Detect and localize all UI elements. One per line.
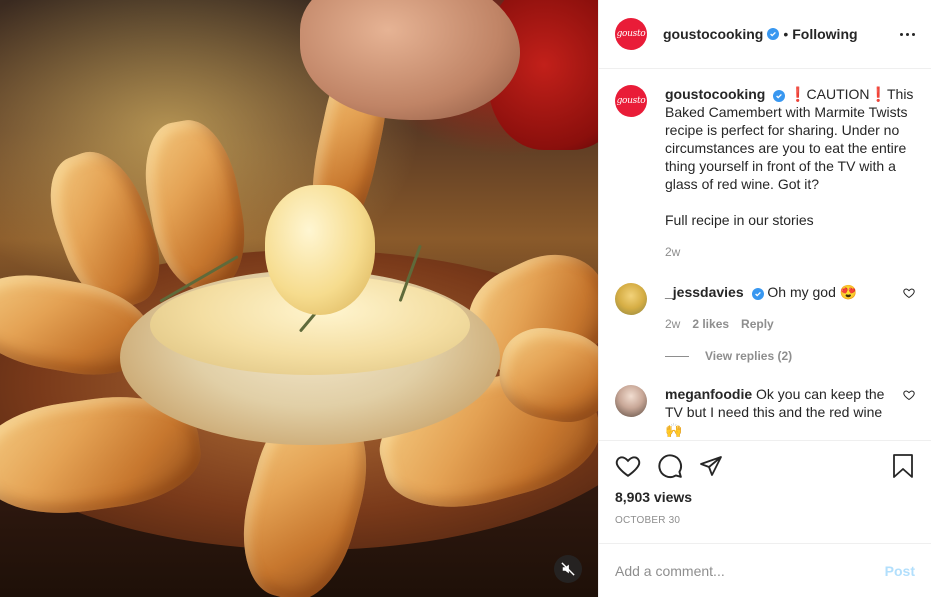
commenter-avatar[interactable]: [615, 283, 647, 315]
logo-text: gousto: [616, 29, 646, 39]
post-date[interactable]: OCTOBER 30: [615, 515, 915, 529]
exclamation-mark: ❗: [789, 86, 807, 102]
like-button[interactable]: [615, 453, 641, 479]
logo-text: gousto: [616, 96, 646, 106]
exclamation-mark: ❗: [869, 86, 887, 102]
caption-author-avatar[interactable]: gousto: [615, 85, 647, 117]
view-replies-button[interactable]: View replies (2): [665, 349, 915, 363]
mute-icon: [561, 562, 575, 576]
caption: gousto goustocooking ❗CAUTION❗This Baked…: [615, 85, 915, 261]
comment-button[interactable]: [657, 453, 683, 479]
more-options-icon[interactable]: [900, 32, 915, 36]
mute-button[interactable]: [554, 555, 582, 583]
caption-text-line1: CAUTION: [806, 86, 870, 102]
comment-heart-icon[interactable]: [903, 389, 915, 401]
post-side-panel: gousto goustocooking • Following gousto …: [598, 0, 931, 597]
following-button[interactable]: Following: [792, 26, 857, 42]
save-button[interactable]: [891, 453, 915, 479]
comment-item: meganfoodie Ok you can keep the TV but I…: [615, 385, 915, 439]
commenter-avatar[interactable]: [615, 385, 647, 417]
comment-composer: Post: [599, 543, 931, 597]
verified-icon: [751, 288, 764, 300]
author-avatar[interactable]: gousto: [615, 18, 647, 50]
caption-text-line3: Full recipe in our stories: [665, 212, 814, 228]
comment-heart-icon[interactable]: [903, 287, 915, 299]
comment-age: 2w: [665, 317, 681, 331]
melted-cheese: [265, 185, 375, 315]
post-actions: 8,903 views OCTOBER 30: [599, 440, 931, 529]
post-video[interactable]: [0, 0, 598, 597]
comments-list[interactable]: gousto goustocooking ❗CAUTION❗This Baked…: [599, 69, 931, 440]
post-header: gousto goustocooking • Following: [599, 0, 931, 69]
comment-input[interactable]: [615, 562, 885, 579]
verified-icon: [773, 90, 786, 102]
separator: •: [783, 26, 789, 42]
comment-icon: [658, 454, 682, 478]
view-replies-label: View replies (2): [705, 349, 793, 363]
author-username[interactable]: goustocooking: [663, 26, 763, 42]
post-modal: gousto goustocooking • Following gousto …: [0, 0, 931, 597]
comment-text: Oh my god 😍: [767, 284, 858, 300]
heart-icon: [615, 456, 641, 477]
verified-icon: [767, 28, 780, 40]
comment-item: _jessdavies Oh my god 😍 2w 2 likes Reply: [615, 283, 915, 333]
share-button[interactable]: [699, 454, 723, 478]
share-icon: [700, 456, 722, 476]
comment-likes[interactable]: 2 likes: [692, 315, 729, 333]
caption-author[interactable]: goustocooking: [665, 86, 765, 102]
view-count[interactable]: 8,903 views: [615, 489, 915, 505]
post-button[interactable]: Post: [885, 563, 915, 579]
comment-author[interactable]: _jessdavies: [665, 284, 744, 300]
comment-author[interactable]: meganfoodie: [665, 386, 752, 402]
bookmark-icon: [893, 454, 913, 478]
caption-age: 2w: [665, 245, 681, 259]
reply-button[interactable]: Reply: [741, 315, 774, 333]
